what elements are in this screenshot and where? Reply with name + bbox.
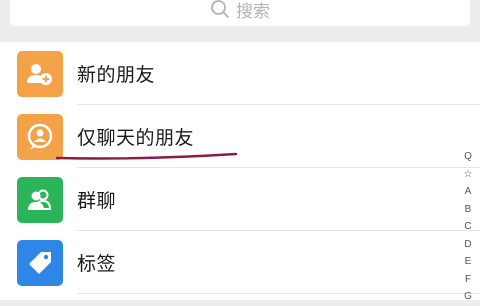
chat-only-friend-icon	[17, 114, 63, 160]
index-letter[interactable]: D	[464, 236, 471, 254]
menu-item-label: 群聊	[77, 190, 117, 212]
index-letter[interactable]: C	[464, 218, 471, 236]
search-input[interactable]: 搜索	[10, 0, 470, 26]
index-letter[interactable]: B	[465, 201, 472, 219]
index-letter[interactable]: ☆	[464, 166, 473, 184]
menu-item-chat-only-friends[interactable]: 仅聊天的朋友	[0, 105, 480, 168]
search-icon	[211, 0, 229, 18]
menu-item-label: 仅聊天的朋友	[77, 127, 195, 149]
index-letter[interactable]: E	[465, 253, 472, 271]
contacts-menu-list: 新的朋友 仅聊天的朋友 群聊 标签	[0, 42, 480, 300]
menu-item-tags[interactable]: 标签	[0, 231, 480, 294]
index-letter[interactable]: Q	[464, 148, 472, 166]
index-letter[interactable]: F	[465, 271, 471, 289]
index-letter[interactable]: G	[464, 288, 472, 306]
divider	[77, 293, 480, 294]
alphabet-index-bar[interactable]: Q ☆ A B C D E F G	[460, 148, 476, 306]
menu-item-label: 新的朋友	[77, 64, 156, 86]
group-chat-icon	[17, 177, 63, 223]
menu-item-new-friends[interactable]: 新的朋友	[0, 42, 480, 105]
menu-item-label: 标签	[77, 253, 117, 275]
menu-item-group-chats[interactable]: 群聊	[0, 168, 480, 231]
search-placeholder: 搜索	[236, 1, 270, 22]
add-friend-icon	[17, 51, 63, 97]
index-letter[interactable]: A	[465, 183, 472, 201]
tag-icon	[17, 240, 63, 286]
search-area: 搜索	[0, 0, 480, 40]
